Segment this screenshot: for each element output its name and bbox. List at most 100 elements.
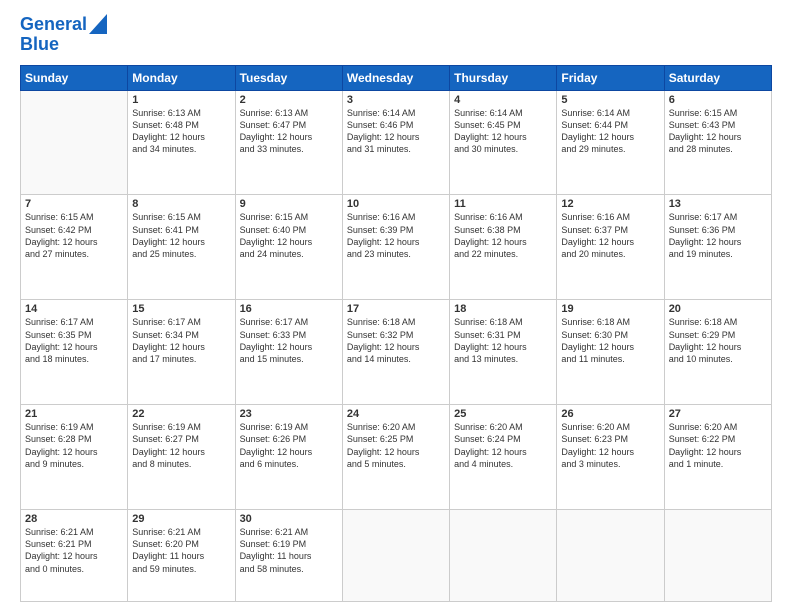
calendar-day-cell: 27Sunrise: 6:20 AM Sunset: 6:22 PM Dayli… (664, 405, 771, 510)
calendar-day-cell: 18Sunrise: 6:18 AM Sunset: 6:31 PM Dayli… (450, 300, 557, 405)
day-number: 19 (561, 303, 659, 315)
calendar-day-cell: 20Sunrise: 6:18 AM Sunset: 6:29 PM Dayli… (664, 300, 771, 405)
calendar-header-row: SundayMondayTuesdayWednesdayThursdayFrid… (21, 65, 772, 90)
calendar-day-cell: 28Sunrise: 6:21 AM Sunset: 6:21 PM Dayli… (21, 510, 128, 602)
calendar-day-cell: 12Sunrise: 6:16 AM Sunset: 6:37 PM Dayli… (557, 195, 664, 300)
calendar-day-cell: 17Sunrise: 6:18 AM Sunset: 6:32 PM Dayli… (342, 300, 449, 405)
calendar-header-sunday: Sunday (21, 65, 128, 90)
day-number: 29 (132, 513, 230, 525)
calendar-header-friday: Friday (557, 65, 664, 90)
calendar-day-cell (342, 510, 449, 602)
calendar-week-row: 1Sunrise: 6:13 AM Sunset: 6:48 PM Daylig… (21, 90, 772, 195)
day-number: 22 (132, 408, 230, 420)
calendar-day-cell: 2Sunrise: 6:13 AM Sunset: 6:47 PM Daylig… (235, 90, 342, 195)
day-number: 10 (347, 198, 445, 210)
day-info: Sunrise: 6:15 AM Sunset: 6:40 PM Dayligh… (240, 211, 338, 260)
calendar-day-cell: 6Sunrise: 6:15 AM Sunset: 6:43 PM Daylig… (664, 90, 771, 195)
day-info: Sunrise: 6:15 AM Sunset: 6:43 PM Dayligh… (669, 107, 767, 156)
day-number: 16 (240, 303, 338, 315)
day-number: 3 (347, 94, 445, 106)
calendar-day-cell: 26Sunrise: 6:20 AM Sunset: 6:23 PM Dayli… (557, 405, 664, 510)
calendar-day-cell: 14Sunrise: 6:17 AM Sunset: 6:35 PM Dayli… (21, 300, 128, 405)
calendar-day-cell: 7Sunrise: 6:15 AM Sunset: 6:42 PM Daylig… (21, 195, 128, 300)
day-info: Sunrise: 6:14 AM Sunset: 6:44 PM Dayligh… (561, 107, 659, 156)
day-number: 20 (669, 303, 767, 315)
logo: General Blue (20, 15, 107, 55)
calendar-header-monday: Monday (128, 65, 235, 90)
calendar-week-row: 21Sunrise: 6:19 AM Sunset: 6:28 PM Dayli… (21, 405, 772, 510)
day-info: Sunrise: 6:16 AM Sunset: 6:39 PM Dayligh… (347, 211, 445, 260)
day-info: Sunrise: 6:19 AM Sunset: 6:27 PM Dayligh… (132, 421, 230, 470)
day-number: 4 (454, 94, 552, 106)
calendar-header-saturday: Saturday (664, 65, 771, 90)
day-info: Sunrise: 6:20 AM Sunset: 6:25 PM Dayligh… (347, 421, 445, 470)
calendar-day-cell: 13Sunrise: 6:17 AM Sunset: 6:36 PM Dayli… (664, 195, 771, 300)
calendar-day-cell: 15Sunrise: 6:17 AM Sunset: 6:34 PM Dayli… (128, 300, 235, 405)
day-info: Sunrise: 6:18 AM Sunset: 6:32 PM Dayligh… (347, 316, 445, 365)
header: General Blue (20, 15, 772, 55)
day-info: Sunrise: 6:20 AM Sunset: 6:23 PM Dayligh… (561, 421, 659, 470)
calendar-week-row: 14Sunrise: 6:17 AM Sunset: 6:35 PM Dayli… (21, 300, 772, 405)
day-number: 27 (669, 408, 767, 420)
day-info: Sunrise: 6:18 AM Sunset: 6:29 PM Dayligh… (669, 316, 767, 365)
calendar-day-cell (664, 510, 771, 602)
day-info: Sunrise: 6:19 AM Sunset: 6:28 PM Dayligh… (25, 421, 123, 470)
calendar-day-cell: 9Sunrise: 6:15 AM Sunset: 6:40 PM Daylig… (235, 195, 342, 300)
day-info: Sunrise: 6:13 AM Sunset: 6:48 PM Dayligh… (132, 107, 230, 156)
day-info: Sunrise: 6:19 AM Sunset: 6:26 PM Dayligh… (240, 421, 338, 470)
day-number: 13 (669, 198, 767, 210)
calendar-day-cell: 8Sunrise: 6:15 AM Sunset: 6:41 PM Daylig… (128, 195, 235, 300)
calendar-day-cell: 5Sunrise: 6:14 AM Sunset: 6:44 PM Daylig… (557, 90, 664, 195)
calendar-day-cell: 21Sunrise: 6:19 AM Sunset: 6:28 PM Dayli… (21, 405, 128, 510)
page: General Blue SundayMondayTuesdayWednesda… (0, 0, 792, 612)
day-info: Sunrise: 6:16 AM Sunset: 6:38 PM Dayligh… (454, 211, 552, 260)
day-number: 6 (669, 94, 767, 106)
day-info: Sunrise: 6:21 AM Sunset: 6:19 PM Dayligh… (240, 526, 338, 575)
calendar-table: SundayMondayTuesdayWednesdayThursdayFrid… (20, 65, 772, 602)
day-number: 30 (240, 513, 338, 525)
day-info: Sunrise: 6:15 AM Sunset: 6:41 PM Dayligh… (132, 211, 230, 260)
calendar-day-cell: 4Sunrise: 6:14 AM Sunset: 6:45 PM Daylig… (450, 90, 557, 195)
day-info: Sunrise: 6:17 AM Sunset: 6:35 PM Dayligh… (25, 316, 123, 365)
day-info: Sunrise: 6:16 AM Sunset: 6:37 PM Dayligh… (561, 211, 659, 260)
day-number: 11 (454, 198, 552, 210)
calendar-day-cell (450, 510, 557, 602)
calendar-day-cell: 23Sunrise: 6:19 AM Sunset: 6:26 PM Dayli… (235, 405, 342, 510)
calendar-day-cell: 16Sunrise: 6:17 AM Sunset: 6:33 PM Dayli… (235, 300, 342, 405)
day-info: Sunrise: 6:21 AM Sunset: 6:20 PM Dayligh… (132, 526, 230, 575)
day-number: 7 (25, 198, 123, 210)
day-number: 8 (132, 198, 230, 210)
calendar-day-cell: 3Sunrise: 6:14 AM Sunset: 6:46 PM Daylig… (342, 90, 449, 195)
day-info: Sunrise: 6:20 AM Sunset: 6:22 PM Dayligh… (669, 421, 767, 470)
day-number: 9 (240, 198, 338, 210)
day-info: Sunrise: 6:17 AM Sunset: 6:34 PM Dayligh… (132, 316, 230, 365)
calendar-header-thursday: Thursday (450, 65, 557, 90)
day-info: Sunrise: 6:17 AM Sunset: 6:36 PM Dayligh… (669, 211, 767, 260)
calendar-header-tuesday: Tuesday (235, 65, 342, 90)
logo-arrow-icon (89, 14, 107, 34)
calendar-day-cell: 10Sunrise: 6:16 AM Sunset: 6:39 PM Dayli… (342, 195, 449, 300)
day-number: 17 (347, 303, 445, 315)
day-info: Sunrise: 6:14 AM Sunset: 6:45 PM Dayligh… (454, 107, 552, 156)
day-number: 2 (240, 94, 338, 106)
calendar-day-cell: 11Sunrise: 6:16 AM Sunset: 6:38 PM Dayli… (450, 195, 557, 300)
day-info: Sunrise: 6:17 AM Sunset: 6:33 PM Dayligh… (240, 316, 338, 365)
calendar-day-cell: 25Sunrise: 6:20 AM Sunset: 6:24 PM Dayli… (450, 405, 557, 510)
day-number: 5 (561, 94, 659, 106)
day-number: 12 (561, 198, 659, 210)
day-info: Sunrise: 6:14 AM Sunset: 6:46 PM Dayligh… (347, 107, 445, 156)
logo-text: General Blue (20, 15, 107, 55)
day-number: 28 (25, 513, 123, 525)
calendar-day-cell: 1Sunrise: 6:13 AM Sunset: 6:48 PM Daylig… (128, 90, 235, 195)
calendar-day-cell (557, 510, 664, 602)
day-number: 23 (240, 408, 338, 420)
day-number: 14 (25, 303, 123, 315)
day-info: Sunrise: 6:18 AM Sunset: 6:31 PM Dayligh… (454, 316, 552, 365)
day-number: 21 (25, 408, 123, 420)
calendar-week-row: 7Sunrise: 6:15 AM Sunset: 6:42 PM Daylig… (21, 195, 772, 300)
day-number: 18 (454, 303, 552, 315)
day-info: Sunrise: 6:18 AM Sunset: 6:30 PM Dayligh… (561, 316, 659, 365)
calendar-header-wednesday: Wednesday (342, 65, 449, 90)
calendar-day-cell: 24Sunrise: 6:20 AM Sunset: 6:25 PM Dayli… (342, 405, 449, 510)
calendar-day-cell: 19Sunrise: 6:18 AM Sunset: 6:30 PM Dayli… (557, 300, 664, 405)
